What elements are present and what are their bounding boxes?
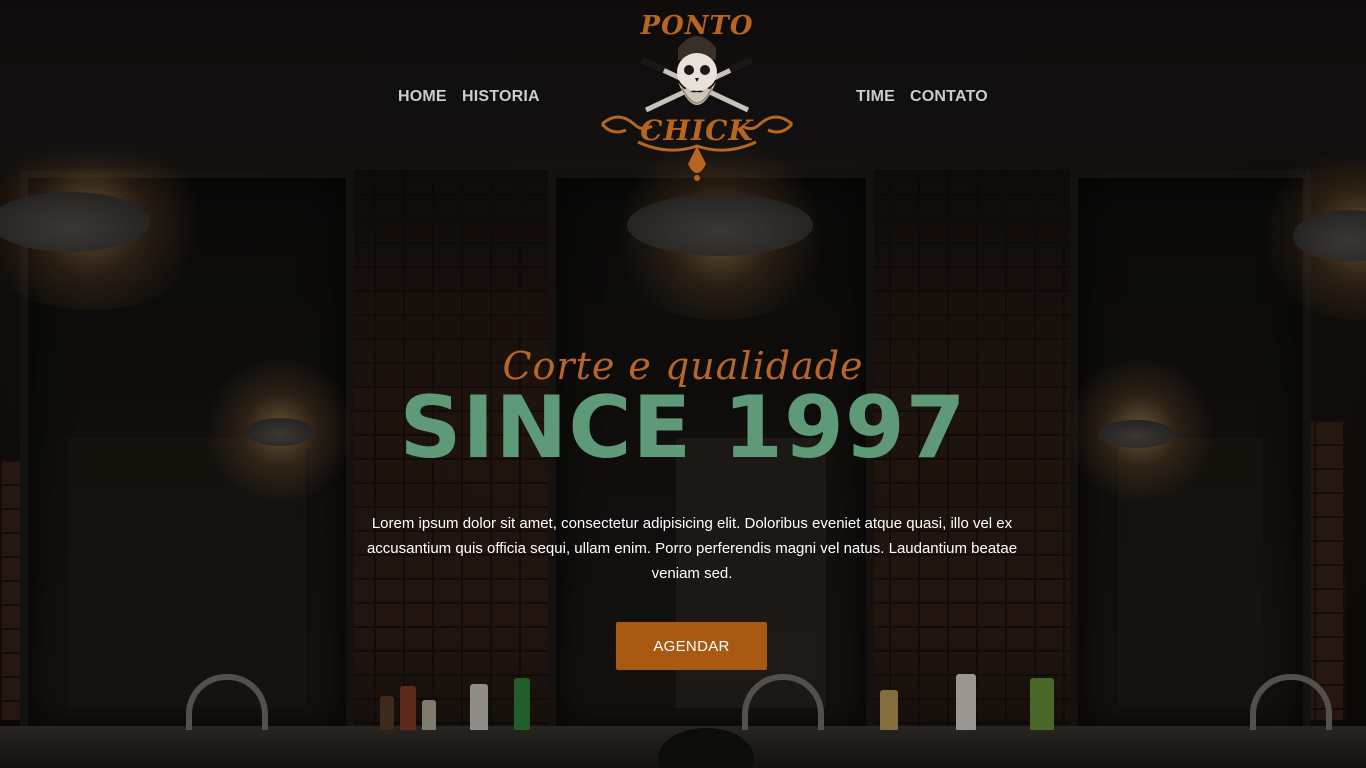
agendar-button[interactable]: AGENDAR bbox=[616, 622, 767, 670]
nav-time-link[interactable]: TIME bbox=[856, 88, 895, 106]
nav-contato-link[interactable]: CONTATO bbox=[910, 88, 988, 106]
hero-headline: SINCE 1997 bbox=[399, 378, 967, 478]
nav-historia-link[interactable]: HISTORIA bbox=[462, 88, 540, 106]
hero-description: Lorem ipsum dolor sit amet, consectetur … bbox=[366, 515, 1018, 582]
nav-home-link[interactable]: HOME bbox=[398, 88, 447, 106]
skull-logo-icon: PONTO CHICK bbox=[600, 11, 794, 181]
brand-logo[interactable]: PONTO CHICK bbox=[598, 6, 796, 186]
logo-line2: CHICK bbox=[640, 114, 754, 147]
